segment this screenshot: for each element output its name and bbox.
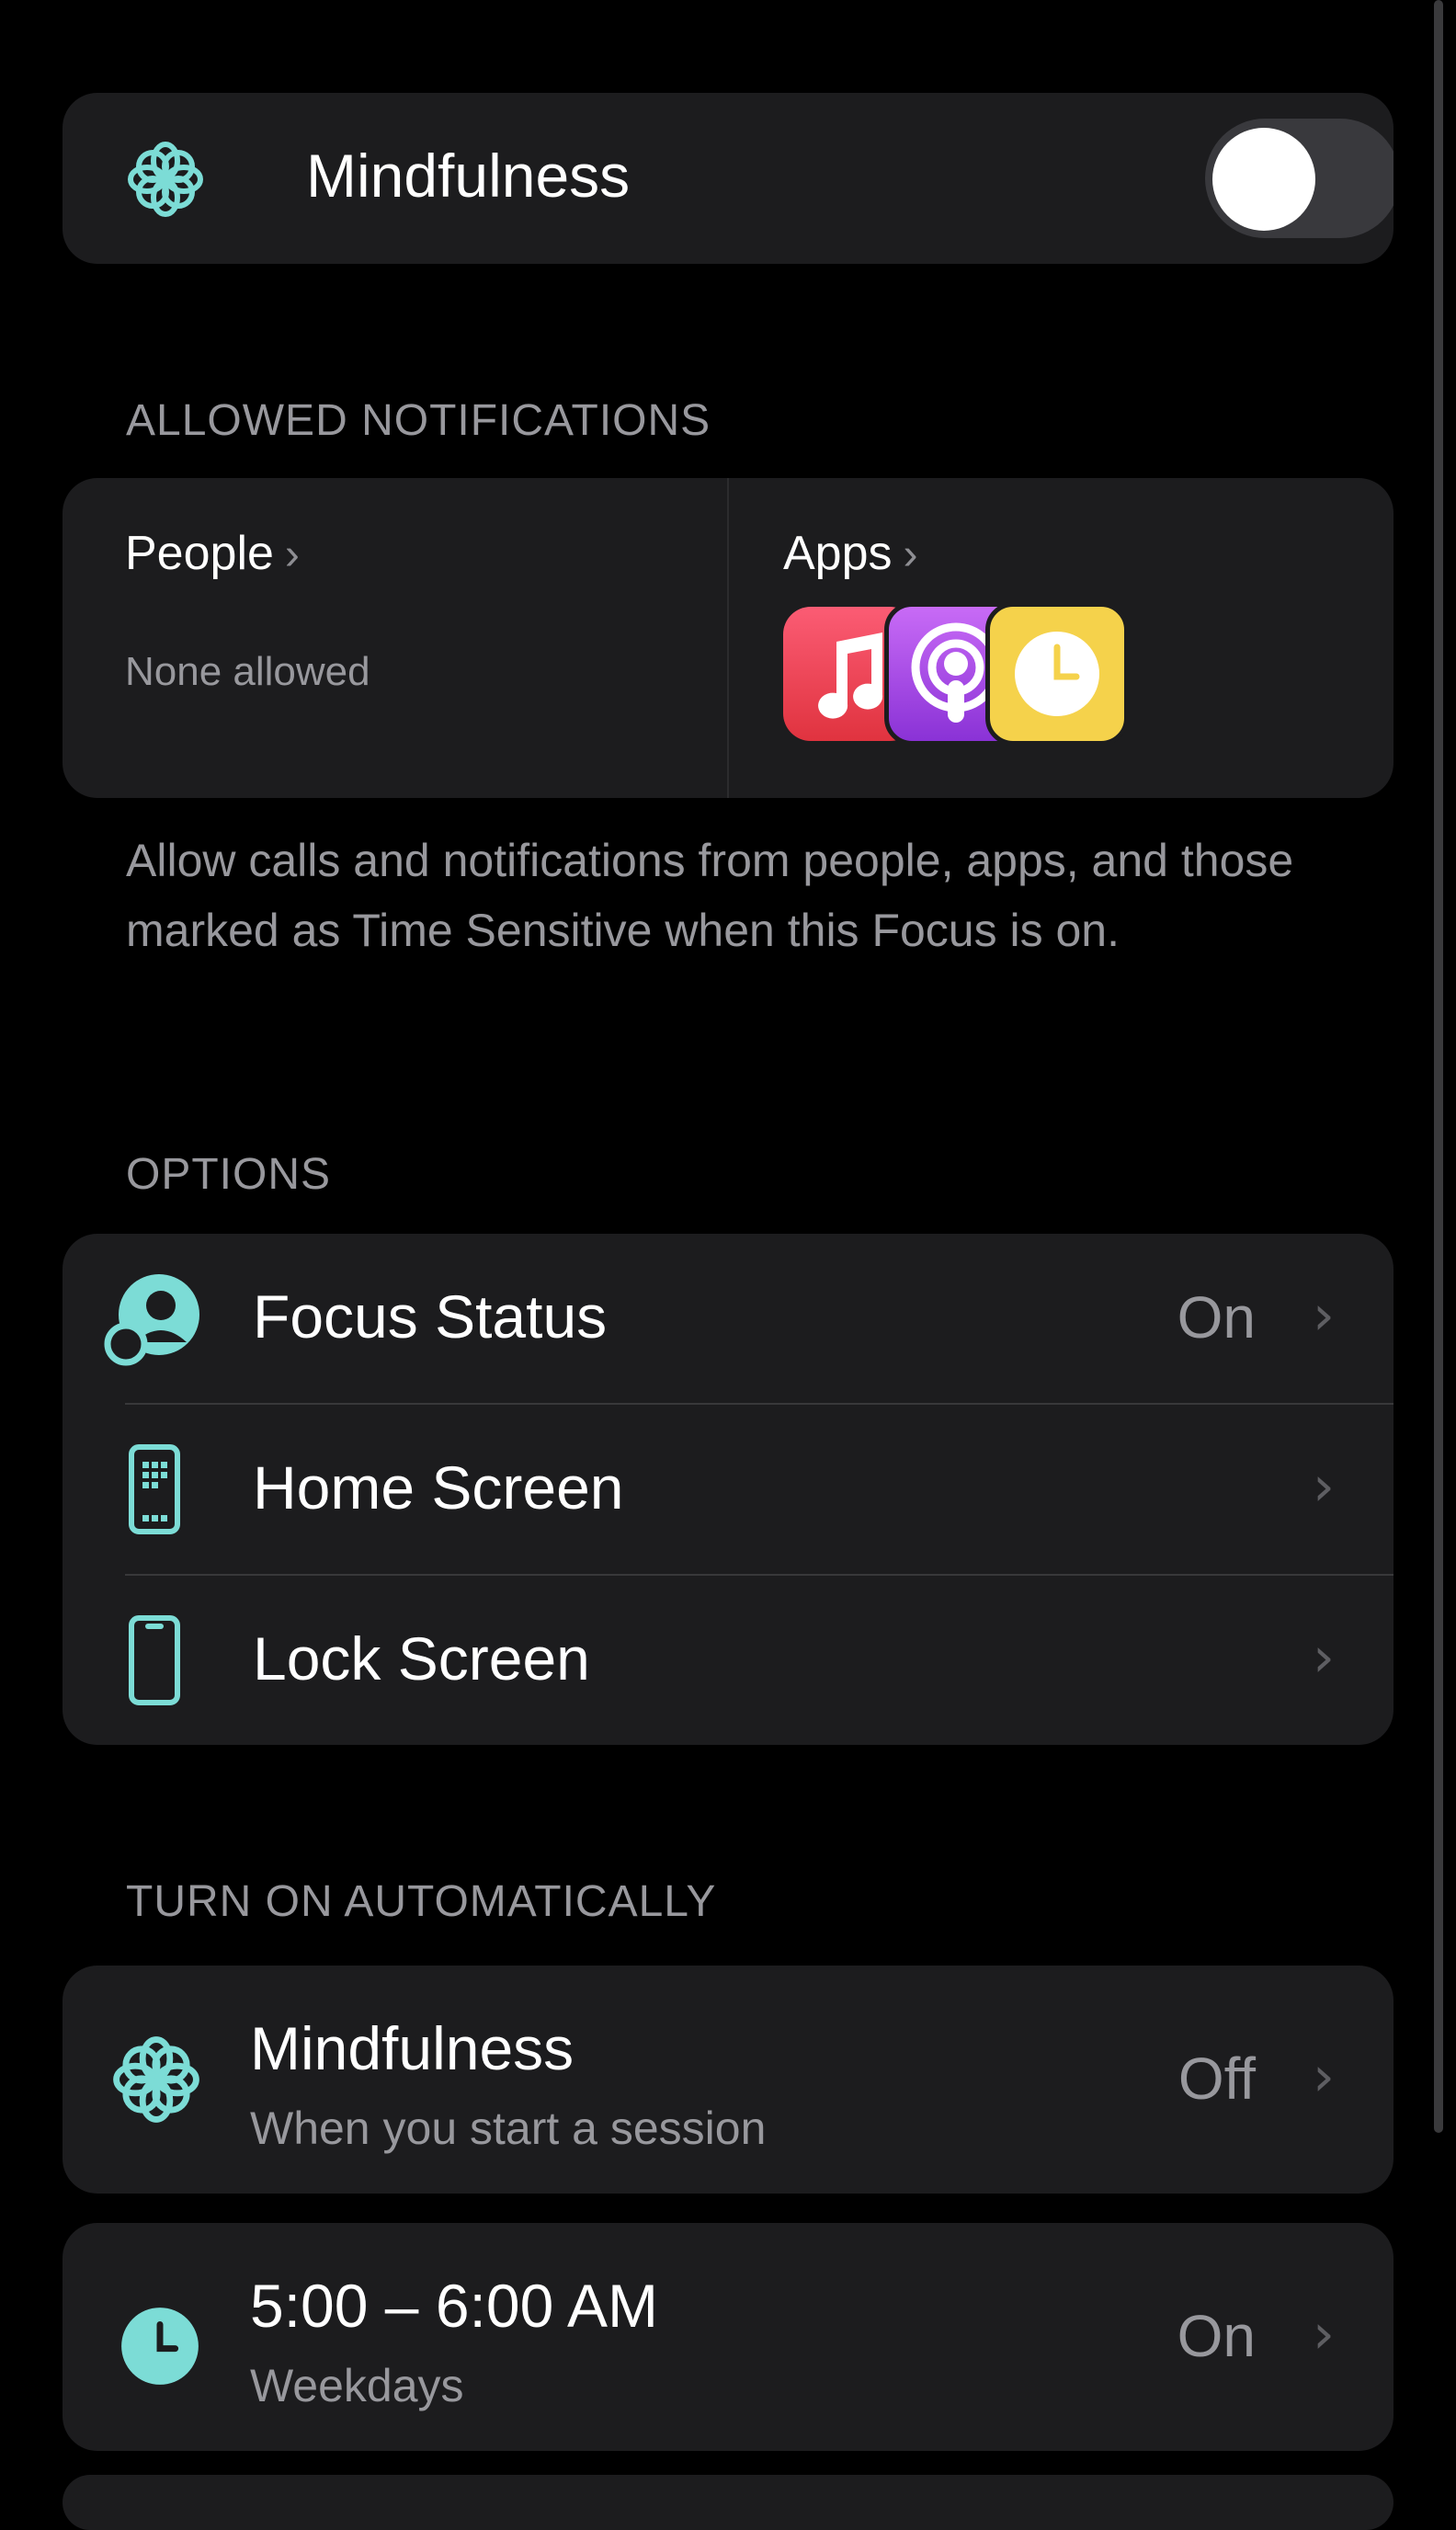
options-card: Focus Status On › Home Screen › Lock Scr…	[63, 1234, 1393, 1745]
options-header: OPTIONS	[126, 1150, 332, 1199]
automation-value: On	[1177, 2303, 1256, 2369]
lock-screen-row[interactable]: Lock Screen ›	[63, 1576, 1393, 1745]
clock-app-icon	[985, 602, 1129, 746]
chevron-right-icon: ›	[903, 530, 918, 579]
notifications-footer: Allow calls and notifications from peopl…	[126, 835, 1294, 956]
focus-status-icon	[104, 1274, 199, 1366]
automation-label: Mindfulness	[250, 2014, 574, 2082]
divider	[727, 478, 729, 798]
automation-value: Off	[1177, 2046, 1256, 2112]
next-card-peek	[63, 2475, 1393, 2530]
automation-schedule-row[interactable]: 5:00 – 6:00 AM Weekdays On ›	[63, 2223, 1393, 2451]
chevron-right-icon: ›	[1313, 2045, 1335, 2109]
flower-icon	[128, 142, 203, 217]
automation-subtitle: When you start a session	[250, 2103, 767, 2154]
apps-button[interactable]: Apps ›	[783, 526, 918, 581]
allowed-notifications-card: People › None allowed Apps ›	[63, 478, 1393, 798]
people-label: People	[125, 527, 274, 580]
focus-status-row[interactable]: Focus Status On ›	[63, 1234, 1393, 1404]
lock-screen-icon	[129, 1615, 180, 1705]
chevron-right-icon: ›	[1313, 1454, 1335, 1519]
turn-on-automatically-header: TURN ON AUTOMATICALLY	[126, 1877, 717, 1926]
chevron-right-icon: ›	[1313, 1625, 1335, 1690]
chevron-right-icon: ›	[1313, 1283, 1335, 1348]
chevron-right-icon: ›	[284, 530, 300, 579]
apps-label: Apps	[783, 527, 893, 580]
lock-screen-label: Lock Screen	[253, 1624, 590, 1692]
chevron-right-icon: ›	[1313, 2302, 1335, 2366]
home-screen-icon	[129, 1444, 180, 1534]
automation-label: 5:00 – 6:00 AM	[250, 2272, 658, 2340]
home-screen-row[interactable]: Home Screen ›	[63, 1405, 1393, 1575]
focus-status-value: On	[1177, 1284, 1256, 1350]
toggle-knob	[1212, 128, 1315, 231]
scrollbar[interactable]	[1434, 0, 1443, 2133]
people-button[interactable]: People ›	[125, 526, 300, 581]
automation-subtitle: Weekdays	[250, 2360, 464, 2411]
flower-icon	[113, 2036, 199, 2123]
clock-icon	[121, 2308, 199, 2385]
mindfulness-toggle-card: Mindfulness	[63, 93, 1393, 264]
home-screen-label: Home Screen	[253, 1453, 624, 1521]
people-status: None allowed	[125, 649, 370, 694]
allowed-notifications-header: ALLOWED NOTIFICATIONS	[126, 396, 711, 445]
focus-toggle[interactable]	[1205, 119, 1393, 238]
automation-mindfulness-row[interactable]: Mindfulness When you start a session Off…	[63, 1966, 1393, 2194]
focus-title: Mindfulness	[306, 142, 631, 210]
focus-status-label: Focus Status	[253, 1282, 608, 1350]
